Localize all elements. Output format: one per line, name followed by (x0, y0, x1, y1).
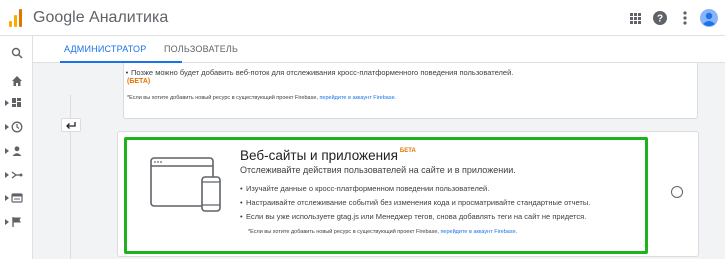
firebase-note: *Если вы хотите добавить новый ресурс в … (248, 229, 518, 235)
analytics-logo-icon (9, 9, 23, 27)
admin-tabs: АДМИНИСТРАТОР ПОЛЬЗОВАТЕЛЬ (33, 36, 725, 63)
chevron-right-icon (5, 172, 9, 178)
back-button[interactable] (61, 118, 81, 132)
chevron-right-icon (5, 148, 9, 154)
option-title: Веб-сайты и приложения БЕТА (240, 148, 416, 163)
firebase-note: *Если вы хотите добавить новый ресурс в … (127, 95, 397, 101)
chevron-right-icon (5, 100, 9, 106)
firebase-link[interactable]: перейдите в аккаунт Firebase. (319, 95, 396, 101)
chevron-right-icon (5, 195, 9, 201)
app-title: Google Аналитика (33, 9, 169, 26)
account-avatar-icon[interactable] (700, 9, 718, 27)
chevron-right-icon (5, 124, 9, 130)
option-subtitle: Отслеживайте действия пользователей на с… (240, 165, 516, 175)
list-item: • Изучайте данные о кросс-платформенном п… (240, 184, 490, 193)
previous-card-bullet: • Позже можно будет добавить веб-поток дл… (125, 68, 514, 77)
tab-administrator[interactable]: АДМИНИСТРАТОР (64, 44, 146, 54)
beta-badge: БЕТА (399, 148, 416, 154)
behavior-icon[interactable] (11, 192, 23, 204)
tab-user[interactable]: ПОЛЬЗОВАТЕЛЬ (164, 44, 238, 54)
list-item: • Если вы уже используете gtag.js или Мен… (240, 212, 587, 221)
option-radio-button[interactable] (671, 186, 683, 198)
help-icon[interactable]: ? (651, 9, 669, 27)
web-and-app-illustration-icon (150, 157, 221, 212)
firebase-link[interactable]: перейдите в аккаунт Firebase. (440, 229, 517, 235)
clock-icon[interactable] (11, 121, 23, 133)
sidebar-nav (0, 36, 33, 259)
apps-grid-icon[interactable] (626, 9, 644, 27)
more-vert-icon[interactable] (676, 9, 694, 27)
chevron-right-icon (5, 219, 9, 225)
return-arrow-icon (66, 122, 76, 129)
home-icon[interactable] (11, 75, 23, 87)
flag-icon[interactable] (11, 216, 23, 228)
beta-badge: (БЕТА) (127, 78, 151, 85)
list-item: • Настраивайте отслеживание событий без и… (240, 198, 591, 207)
acquisition-icon[interactable] (11, 169, 23, 181)
dashboard-icon[interactable] (11, 97, 23, 109)
top-app-bar: Google Аналитика ? (0, 0, 725, 36)
person-icon[interactable] (11, 145, 23, 157)
svg-text:?: ? (657, 14, 663, 25)
search-icon[interactable] (11, 47, 23, 59)
